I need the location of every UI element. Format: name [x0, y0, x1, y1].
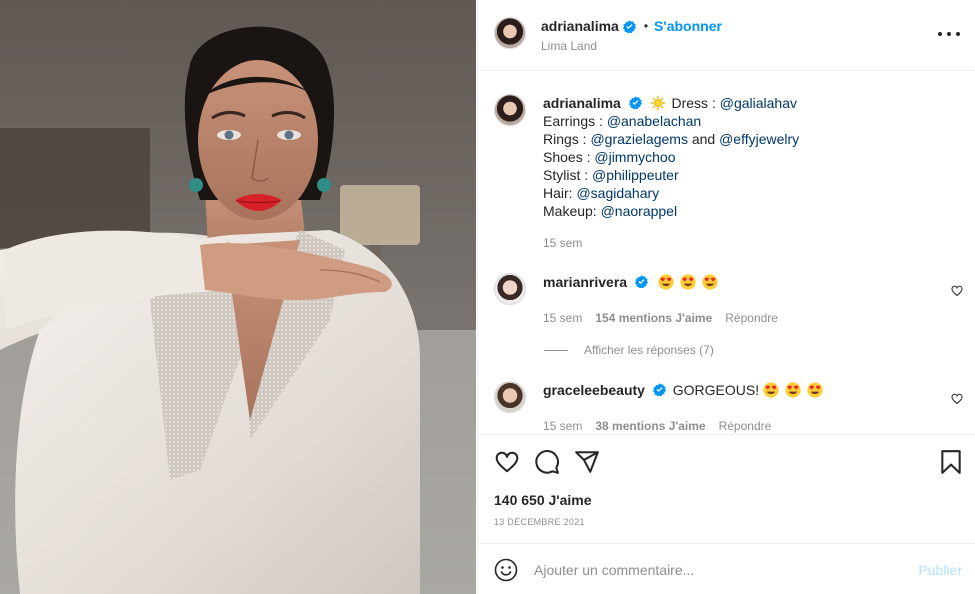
verified-badge-icon — [622, 19, 636, 33]
commenter-username[interactable]: marianrivera — [543, 274, 627, 290]
heart-eyes-emoji — [658, 274, 674, 290]
comment-text: GORGEOUS! — [672, 382, 760, 398]
caption-time[interactable]: 15 sem — [543, 234, 582, 252]
mention-link[interactable]: @galialahav — [720, 95, 797, 111]
comment-input[interactable] — [534, 559, 894, 581]
reply-button[interactable]: Répondre — [725, 309, 778, 327]
mention-link[interactable]: @philippeuter — [592, 167, 679, 183]
emoji-smile-icon[interactable] — [494, 558, 518, 582]
post-detail-panel: adrianalima • S'abonner Lima Land adrian… — [477, 0, 975, 594]
mention-link[interactable]: @grazielagems — [590, 131, 687, 147]
caption-line-label: Dress : — [671, 95, 720, 111]
sun-emoji — [649, 95, 666, 111]
more-options-icon[interactable] — [938, 26, 960, 42]
comment-time[interactable]: 15 sem — [543, 417, 582, 434]
heart-eyes-emoji-group — [759, 382, 825, 398]
caption-line-label: Rings : — [543, 131, 591, 147]
comment-likes[interactable]: 154 mentions J'aime — [595, 309, 712, 327]
caption-username[interactable]: adrianalima — [543, 95, 621, 111]
author-username[interactable]: adrianalima — [541, 17, 619, 35]
caption-joiner: and — [687, 131, 720, 147]
post-photo[interactable] — [0, 0, 476, 594]
verified-badge-icon — [634, 275, 648, 288]
comments-section[interactable]: adrianalima Dress : @galialahav Earrings… — [478, 71, 975, 434]
view-replies-label: Afficher les réponses (7) — [584, 343, 714, 357]
mention-link[interactable]: @naorappel — [601, 203, 678, 219]
mention-link[interactable]: @jimmychoo — [594, 149, 675, 165]
replies-divider — [544, 349, 568, 351]
comment-time[interactable]: 15 sem — [543, 309, 582, 327]
post-date[interactable]: 13 DÉCEMBRE 2021 — [494, 517, 585, 527]
caption: adrianalima Dress : @galialahav Earrings… — [494, 94, 968, 252]
share-icon[interactable] — [574, 449, 600, 475]
caption-line-label: Earrings : — [543, 113, 607, 129]
comment-likes[interactable]: 38 mentions J'aime — [595, 417, 705, 434]
save-bookmark-icon[interactable] — [938, 449, 964, 475]
likes-count[interactable]: 140 650 J'aime — [494, 492, 592, 508]
comment-icon[interactable] — [534, 449, 560, 475]
heart-eyes-emoji — [680, 274, 696, 290]
heart-eyes-emoji — [785, 382, 801, 398]
like-icon[interactable] — [494, 449, 520, 475]
mention-link[interactable]: @effyjewelry — [719, 131, 799, 147]
caption-line-label: Stylist : — [543, 167, 593, 183]
follow-button[interactable]: S'abonner — [654, 17, 722, 35]
view-replies-button[interactable]: Afficher les réponses (7) — [544, 343, 714, 357]
location-link[interactable]: Lima Land — [541, 37, 722, 55]
comment-item: marianrivera 15 sem 154 mentions J'aime … — [494, 273, 968, 327]
commenter-avatar[interactable] — [494, 381, 526, 413]
heart-eyes-emoji — [807, 382, 823, 398]
caption-line-label: Shoes : — [543, 149, 595, 165]
heart-eyes-emoji — [702, 274, 718, 290]
author-avatar[interactable] — [494, 17, 526, 49]
heart-eyes-emoji-group — [658, 274, 720, 290]
comment-composer: Publier — [478, 543, 975, 594]
heart-eyes-emoji — [763, 382, 779, 398]
comment-item: graceleebeauty GORGEOUS! 15 sem 38 menti… — [494, 381, 968, 434]
caption-author-avatar[interactable] — [494, 94, 526, 126]
commenter-username[interactable]: graceleebeauty — [543, 382, 645, 398]
header-separator: • — [643, 19, 649, 33]
verified-badge-icon — [628, 96, 642, 109]
portrait-image — [0, 0, 476, 594]
post-actions: 140 650 J'aime 13 DÉCEMBRE 2021 — [478, 434, 975, 544]
publish-button[interactable]: Publier — [918, 562, 962, 578]
commenter-avatar[interactable] — [494, 273, 526, 305]
comment-like-heart-icon[interactable] — [951, 393, 963, 405]
verified-badge-icon — [652, 383, 666, 396]
mention-link[interactable]: @anabelachan — [607, 113, 701, 129]
comment-like-heart-icon[interactable] — [951, 285, 963, 297]
caption-line-label: Hair: — [543, 185, 577, 201]
reply-button[interactable]: Répondre — [719, 417, 772, 434]
caption-line-label: Makeup: — [543, 203, 601, 219]
post-header: adrianalima • S'abonner Lima Land — [478, 0, 975, 71]
mention-link[interactable]: @sagidahary — [576, 185, 659, 201]
